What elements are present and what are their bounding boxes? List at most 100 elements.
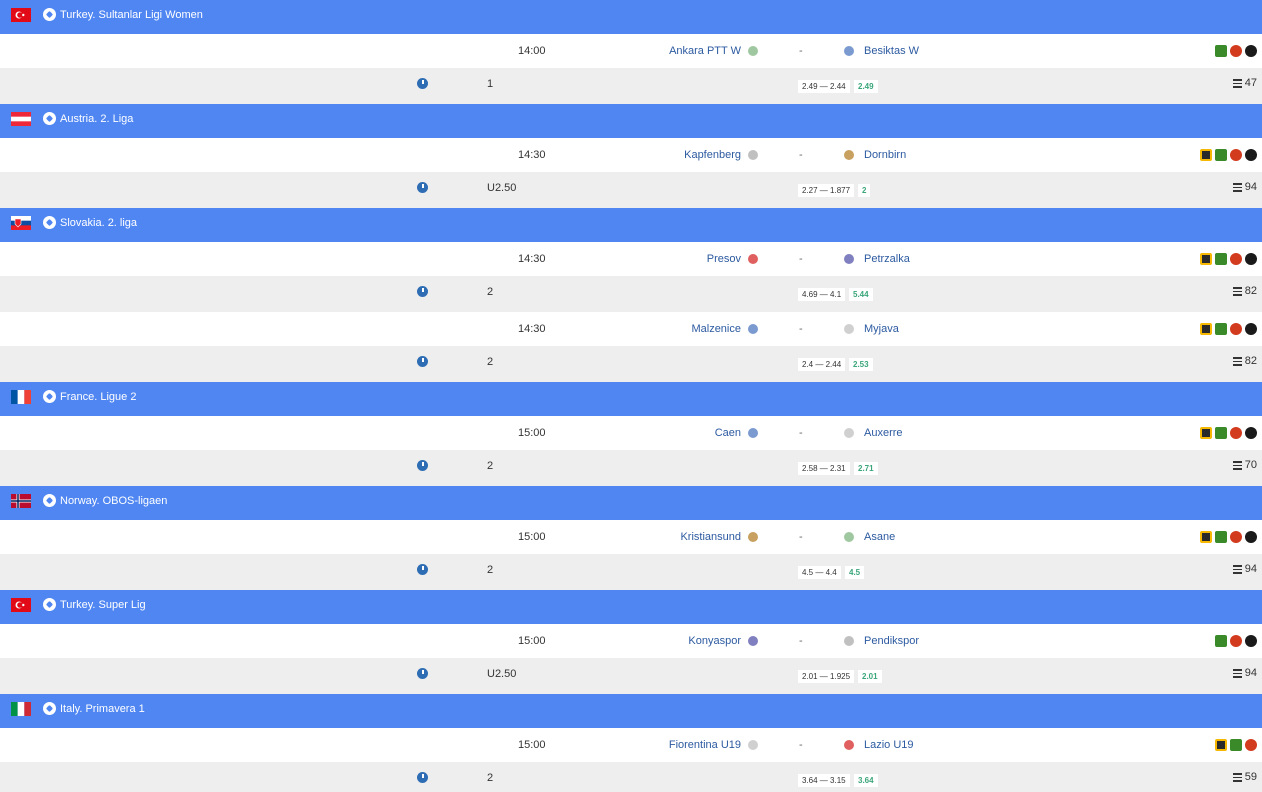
best-odds[interactable]: 2: [858, 184, 871, 197]
bookmaker-red-icon[interactable]: [1230, 149, 1242, 161]
league-name[interactable]: France. Ligue 2: [60, 391, 136, 403]
bet-count[interactable]: 94: [1232, 181, 1257, 193]
bet-count[interactable]: 94: [1232, 563, 1257, 575]
league-header[interactable]: Turkey. Sultanlar Ligi Women: [0, 0, 1262, 34]
away-team-link[interactable]: Dornbirn: [864, 149, 906, 161]
match-row[interactable]: 15:00 Konyaspor - Pendikspor: [0, 624, 1262, 658]
league-name[interactable]: Norway. OBOS-ligaen: [60, 495, 167, 507]
bookmaker-bee-icon[interactable]: [1200, 323, 1212, 335]
league-header[interactable]: France. Ligue 2: [0, 382, 1262, 416]
match-row[interactable]: 15:00 Caen - Auxerre: [0, 416, 1262, 450]
league-header[interactable]: Italy. Primavera 1: [0, 694, 1262, 728]
odds-row[interactable]: 2 3.64 — 3.15 3.64 59: [0, 762, 1262, 792]
bookmaker-green-icon[interactable]: [1215, 323, 1227, 335]
bookmaker-green-icon[interactable]: [1215, 635, 1227, 647]
away-team-link[interactable]: Asane: [864, 531, 895, 543]
match-row[interactable]: 15:00 Fiorentina U19 - Lazio U19: [0, 728, 1262, 762]
bookmaker-black-icon[interactable]: [1245, 149, 1257, 161]
league-name[interactable]: Italy. Primavera 1: [60, 703, 145, 715]
away-team-logo-icon: [844, 150, 854, 160]
bookmaker-black-icon[interactable]: [1245, 253, 1257, 265]
best-odds[interactable]: 2.71: [854, 462, 878, 475]
odds-row[interactable]: 2 2.4 — 2.44 2.53 82: [0, 346, 1262, 382]
home-team-link[interactable]: Caen: [715, 427, 741, 439]
match-row[interactable]: 15:00 Kristiansund - Asane: [0, 520, 1262, 554]
bookmaker-bee-icon[interactable]: [1200, 253, 1212, 265]
bookmaker-red-icon[interactable]: [1230, 427, 1242, 439]
bet-count-value: 59: [1244, 771, 1257, 783]
away-team-link[interactable]: Lazio U19: [864, 739, 914, 751]
bet-count[interactable]: 59: [1232, 771, 1257, 783]
bookmaker-green-icon[interactable]: [1230, 739, 1242, 751]
home-team-link[interactable]: Presov: [707, 253, 741, 265]
bookmaker-green-icon[interactable]: [1215, 253, 1227, 265]
league-header[interactable]: Austria. 2. Liga: [0, 104, 1262, 138]
sport-ball-icon: [43, 598, 56, 611]
home-team-link[interactable]: Kapfenberg: [684, 149, 741, 161]
bookmaker-red-icon[interactable]: [1230, 45, 1242, 57]
bet-line: U2.50: [487, 182, 517, 194]
home-team-link[interactable]: Malzenice: [691, 323, 741, 335]
league-header[interactable]: Turkey. Super Lig: [0, 590, 1262, 624]
best-odds[interactable]: 3.64: [854, 774, 878, 787]
bet-count[interactable]: 47: [1232, 77, 1257, 89]
bookmaker-green-icon[interactable]: [1215, 531, 1227, 543]
match-row[interactable]: 14:30 Presov - Petrzalka: [0, 242, 1262, 276]
bookmaker-red-icon[interactable]: [1230, 635, 1242, 647]
bookmaker-red-icon[interactable]: [1230, 253, 1242, 265]
away-team-link[interactable]: Besiktas W: [864, 45, 919, 57]
match-row[interactable]: 14:30 Malzenice - Myjava: [0, 312, 1262, 346]
match-row[interactable]: 14:30 Kapfenberg - Dornbirn: [0, 138, 1262, 172]
league-header[interactable]: Norway. OBOS-ligaen: [0, 486, 1262, 520]
away-team-link[interactable]: Petrzalka: [864, 253, 910, 265]
match-row[interactable]: 14:00 Ankara PTT W - Besiktas W: [0, 34, 1262, 68]
odds-row[interactable]: 1 2.49 — 2.44 2.49 47: [0, 68, 1262, 104]
bet-count[interactable]: 82: [1232, 355, 1257, 367]
home-team-link[interactable]: Ankara PTT W: [669, 45, 741, 57]
bookmaker-bee-icon[interactable]: [1200, 427, 1212, 439]
league-name[interactable]: Turkey. Super Lig: [60, 599, 146, 611]
best-odds[interactable]: 2.01: [858, 670, 882, 683]
clock-icon: [417, 460, 428, 471]
best-odds[interactable]: 2.53: [849, 358, 873, 371]
home-team-link[interactable]: Fiorentina U19: [669, 739, 741, 751]
odds-current: 1.877: [830, 186, 851, 195]
league-name[interactable]: Slovakia. 2. liga: [60, 217, 137, 229]
away-team-link[interactable]: Auxerre: [864, 427, 903, 439]
bookmaker-green-icon[interactable]: [1215, 45, 1227, 57]
odds-joiner: —: [817, 672, 831, 681]
odds-row[interactable]: 2 2.58 — 2.31 2.71 70: [0, 450, 1262, 486]
league-name[interactable]: Austria. 2. Liga: [60, 113, 133, 125]
bookmaker-icons: [1215, 45, 1257, 57]
odds-row[interactable]: 2 4.5 — 4.4 4.5 94: [0, 554, 1262, 590]
league-header[interactable]: Slovakia. 2. liga: [0, 208, 1262, 242]
bookmaker-bee-icon[interactable]: [1200, 149, 1212, 161]
best-odds[interactable]: 4.5: [845, 566, 865, 579]
bookmaker-black-icon[interactable]: [1245, 323, 1257, 335]
bet-count[interactable]: 94: [1232, 667, 1257, 679]
bookmaker-black-icon[interactable]: [1245, 635, 1257, 647]
bookmaker-red-icon[interactable]: [1245, 739, 1257, 751]
odds-row[interactable]: U2.50 2.27 — 1.877 2 94: [0, 172, 1262, 208]
bookmaker-black-icon[interactable]: [1245, 45, 1257, 57]
away-team-link[interactable]: Myjava: [864, 323, 899, 335]
bookmaker-bee-icon[interactable]: [1215, 739, 1227, 751]
bookmaker-red-icon[interactable]: [1230, 531, 1242, 543]
league-name[interactable]: Turkey. Sultanlar Ligi Women: [60, 9, 203, 21]
match-time: 15:00: [518, 531, 546, 543]
home-team-link[interactable]: Kristiansund: [680, 531, 741, 543]
best-odds[interactable]: 2.49: [854, 80, 878, 93]
bookmaker-black-icon[interactable]: [1245, 427, 1257, 439]
bet-count[interactable]: 70: [1232, 459, 1257, 471]
odds-row[interactable]: 2 4.69 — 4.1 5.44 82: [0, 276, 1262, 312]
home-team-link[interactable]: Konyaspor: [688, 635, 741, 647]
bookmaker-green-icon[interactable]: [1215, 149, 1227, 161]
bookmaker-bee-icon[interactable]: [1200, 531, 1212, 543]
bookmaker-green-icon[interactable]: [1215, 427, 1227, 439]
best-odds[interactable]: 5.44: [849, 288, 873, 301]
bet-count[interactable]: 82: [1232, 285, 1257, 297]
bookmaker-red-icon[interactable]: [1230, 323, 1242, 335]
away-team-link[interactable]: Pendikspor: [864, 635, 919, 647]
bookmaker-black-icon[interactable]: [1245, 531, 1257, 543]
odds-row[interactable]: U2.50 2.01 — 1.925 2.01 94: [0, 658, 1262, 694]
